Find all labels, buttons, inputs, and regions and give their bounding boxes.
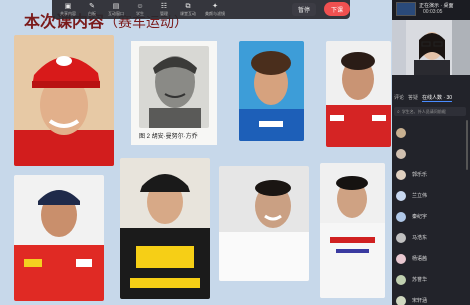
pause-button[interactable]: 暂停 xyxy=(292,3,316,16)
side-panel: 正在演示 · 桌面 00:03:05 评论 答疑 在线人数 · 30 ⌕ 学生名… xyxy=(392,0,470,305)
list-item[interactable]: 秦纪宇 xyxy=(392,206,470,227)
tab-comments[interactable]: 评论 xyxy=(394,94,404,101)
sparkle-icon: ✦ xyxy=(212,3,218,10)
class-interaction-button[interactable]: ⧉ 课堂互动 xyxy=(176,0,200,19)
photo-driver-3 xyxy=(239,41,304,141)
search-icon: ⌕ xyxy=(397,108,400,115)
list-item[interactable]: 兰立伟 xyxy=(392,185,470,206)
user-name: 苏誉华 xyxy=(412,277,428,283)
slide-canvas: 本次课内容（赛车运动） 图 2 胡安·曼努尔·方乔 xyxy=(0,0,392,305)
list-item[interactable] xyxy=(392,122,470,143)
live-timer: 00:03:05 xyxy=(423,9,443,15)
live-status-bar: 正在演示 · 桌面 00:03:05 xyxy=(392,0,470,20)
panel-tabs: 评论 答疑 在线人数 · 30 xyxy=(392,92,470,103)
user-name: 郭乐乐 xyxy=(412,172,428,178)
user-name: 兰立伟 xyxy=(412,193,428,199)
avatar xyxy=(396,295,406,305)
tab-online-users[interactable]: 在线人数 · 30 xyxy=(422,94,453,102)
list-scrollbar[interactable] xyxy=(466,120,468,170)
online-user-list: 郭乐乐 兰立伟 秦纪宇 马浩东 杨语茜 苏誉华 宋轩涵 xyxy=(392,122,470,305)
pen-icon: ✎ xyxy=(89,3,95,10)
user-icon: ☺ xyxy=(136,3,144,10)
avatar xyxy=(396,211,406,222)
photo-caption: 图 2 胡安·曼努尔·方乔 xyxy=(139,134,198,140)
toolbar-item-label: 互动窗口 xyxy=(108,11,124,16)
list-item[interactable] xyxy=(392,143,470,164)
avatar xyxy=(396,274,406,285)
list-item[interactable]: 杨语茜 xyxy=(392,248,470,269)
tab-qa[interactable]: 答疑 xyxy=(408,94,418,101)
toolbar-item-label: 白板 xyxy=(88,11,96,16)
photo-driver-5 xyxy=(14,175,104,301)
beauty-filter-button[interactable]: ✦ 美颜与滤镜 xyxy=(200,0,230,19)
photo-driver-6 xyxy=(120,158,210,299)
user-search: ⌕ xyxy=(394,107,466,116)
whiteboard-button[interactable]: ✎ 白板 xyxy=(80,0,104,19)
end-class-button[interactable]: 下课 xyxy=(324,2,350,16)
live-status-label: 正在演示 · 桌面 xyxy=(419,3,454,9)
photo-driver-1 xyxy=(14,35,114,166)
photo-driver-7 xyxy=(219,166,309,281)
user-name: 秦纪宇 xyxy=(412,214,428,220)
search-input[interactable] xyxy=(401,109,460,114)
avatar xyxy=(396,148,406,159)
screen-thumbnail[interactable] xyxy=(396,2,416,16)
avatar xyxy=(396,169,406,180)
photo-driver-4 xyxy=(326,41,391,147)
avatar xyxy=(396,253,406,264)
manage-button[interactable]: ☷ 管理 xyxy=(152,0,176,19)
share-content-button[interactable]: ▣ 共享内容 xyxy=(56,0,80,19)
window-icon: ▤ xyxy=(112,3,120,10)
avatar xyxy=(396,232,406,243)
share-icon: ▣ xyxy=(64,3,72,10)
teacher-video xyxy=(392,20,470,75)
list-item[interactable]: 马浩东 xyxy=(392,227,470,248)
list-icon: ☷ xyxy=(160,3,168,10)
interaction-icon: ⧉ xyxy=(185,3,191,10)
toolbar-item-label: 共享内容 xyxy=(60,11,76,16)
list-item[interactable]: 郭乐乐 xyxy=(392,164,470,185)
interactive-window-button[interactable]: ▤ 互动窗口 xyxy=(104,0,128,19)
toolbar-item-label: 课堂互动 xyxy=(180,11,196,16)
list-item[interactable]: 宋轩涵 xyxy=(392,290,470,305)
user-name: 宋轩涵 xyxy=(412,298,428,304)
user-name: 杨语茜 xyxy=(412,256,428,262)
list-item[interactable]: 苏誉华 xyxy=(392,269,470,290)
avatar xyxy=(396,127,406,138)
avatar xyxy=(396,190,406,201)
user-name: 马浩东 xyxy=(412,235,428,241)
toolbar-item-label: 学生 xyxy=(136,11,144,16)
students-button[interactable]: ☺ 学生 xyxy=(128,0,152,19)
toolbar-item-label: 管理 xyxy=(160,11,168,16)
photo-driver-8 xyxy=(320,163,385,298)
photo-fangio xyxy=(139,46,209,128)
toolbar-item-label: 美颜与滤镜 xyxy=(205,11,225,16)
